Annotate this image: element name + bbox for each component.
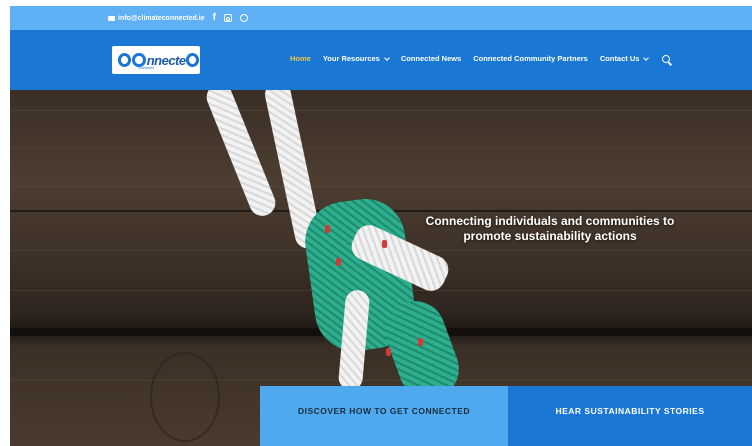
chevron-down-icon (383, 54, 390, 61)
nav-connected-news[interactable]: Connected News (401, 54, 461, 63)
mail-icon (108, 15, 115, 21)
top-bar: info@climateconnected.ie f (10, 6, 752, 30)
rope-fleck (418, 338, 423, 346)
hero-headline: Connecting individuals and communities t… (425, 214, 675, 243)
nav-label: Contact Us (599, 54, 640, 63)
chevron-down-icon (643, 54, 650, 61)
logo-tagline: connected (138, 66, 155, 70)
rope-fleck (325, 225, 330, 233)
wood-grain (10, 380, 752, 381)
rope-fleck (386, 348, 391, 356)
cta-label: DISCOVER HOW TO GET CONNECTED (297, 406, 471, 416)
hear-stories-button[interactable]: HEAR SUSTAINABILITY STORIES (508, 386, 752, 446)
nav-label: Your Resources (322, 54, 380, 63)
nav-your-resources[interactable]: Your Resources (322, 54, 390, 63)
whatsapp-icon[interactable] (239, 14, 248, 22)
site-header: nnecte connected Home Your Resources Con… (10, 30, 752, 90)
wood-grain (10, 148, 752, 149)
email-text: info@climateconnected.ie (118, 14, 205, 22)
rope-fleck (336, 258, 341, 266)
instagram-icon[interactable] (223, 14, 232, 22)
wood-grain (10, 186, 752, 187)
search-icon[interactable] (662, 54, 671, 63)
site-logo[interactable]: nnecte connected (112, 46, 200, 74)
nav-home[interactable]: Home (290, 54, 311, 63)
logo-mark (118, 53, 132, 67)
main-nav: Home Your Resources Connected News Conne… (290, 54, 671, 63)
wood-grain (10, 110, 752, 111)
page-frame: info@climateconnected.ie f nnecte connec… (10, 6, 752, 446)
email-link[interactable]: info@climateconnected.ie (108, 15, 205, 22)
logo-mark (132, 53, 146, 67)
nav-label: Connected Community Partners (473, 54, 588, 63)
rope-fleck (382, 240, 387, 248)
wood-knot (150, 352, 220, 442)
nav-label: Connected News (400, 54, 462, 63)
nav-contact-us[interactable]: Contact Us (599, 54, 650, 63)
facebook-icon[interactable]: f (213, 13, 216, 23)
logo-mark (185, 53, 199, 67)
discover-connected-button[interactable]: DISCOVER HOW TO GET CONNECTED (260, 386, 508, 446)
cta-label: HEAR SUSTAINABILITY STORIES (555, 406, 705, 416)
nav-connected-community-partners[interactable]: Connected Community Partners (473, 54, 588, 63)
nav-label: Home (290, 54, 311, 63)
